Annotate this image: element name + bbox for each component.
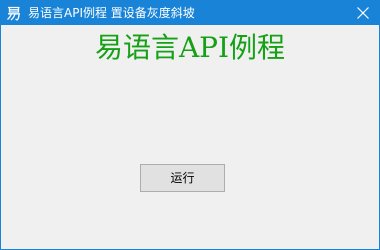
page-heading: 易语言API例程 (94, 31, 286, 64)
close-button[interactable] (347, 1, 379, 25)
client-area: 易语言API例程 运行 (1, 25, 379, 249)
close-icon (357, 7, 369, 19)
title-bar[interactable]: 易语言API例程 置设备灰度斜坡 (1, 1, 379, 25)
window-title: 易语言API例程 置设备灰度斜坡 (28, 6, 195, 20)
app-window: 易语言API例程 置设备灰度斜坡 易语言API例程 运行 (0, 0, 380, 250)
yi-language-icon (6, 5, 22, 21)
run-button[interactable]: 运行 (140, 164, 225, 192)
